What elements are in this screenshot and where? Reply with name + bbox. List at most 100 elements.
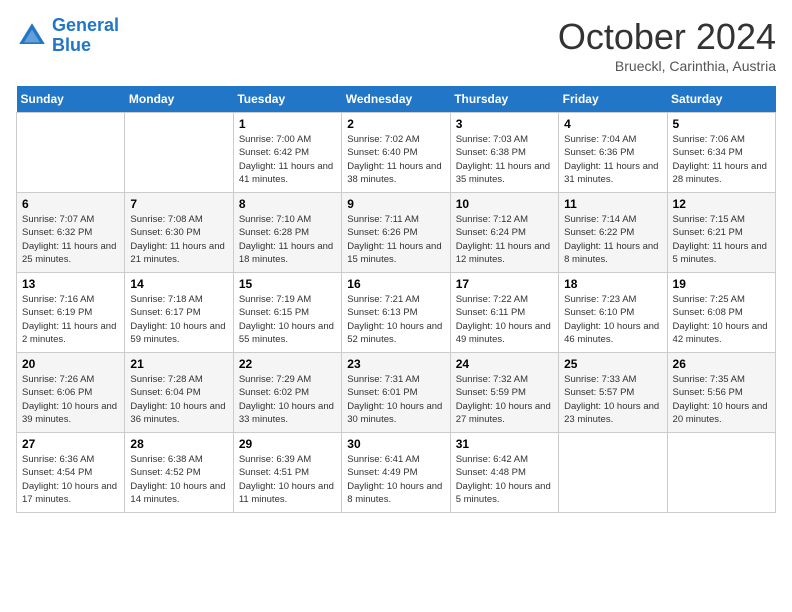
day-number: 22 bbox=[239, 357, 336, 371]
day-of-week-header: Sunday bbox=[17, 86, 125, 113]
day-number: 3 bbox=[456, 117, 553, 131]
page-header: General Blue October 2024 Brueckl, Carin… bbox=[16, 16, 776, 74]
calendar-day-cell: 11 Sunrise: 7:14 AM Sunset: 6:22 PM Dayli… bbox=[559, 193, 667, 273]
calendar-day-cell: 6 Sunrise: 7:07 AM Sunset: 6:32 PM Daylig… bbox=[17, 193, 125, 273]
calendar-day-cell bbox=[17, 113, 125, 193]
calendar-day-cell: 27 Sunrise: 6:36 AM Sunset: 4:54 PM Dayli… bbox=[17, 433, 125, 513]
calendar-day-cell: 26 Sunrise: 7:35 AM Sunset: 5:56 PM Dayli… bbox=[667, 353, 775, 433]
day-info: Sunrise: 7:10 AM Sunset: 6:28 PM Dayligh… bbox=[239, 213, 336, 266]
day-number: 31 bbox=[456, 437, 553, 451]
calendar-day-cell: 22 Sunrise: 7:29 AM Sunset: 6:02 PM Dayli… bbox=[233, 353, 341, 433]
calendar-day-cell: 3 Sunrise: 7:03 AM Sunset: 6:38 PM Daylig… bbox=[450, 113, 558, 193]
calendar-day-cell: 9 Sunrise: 7:11 AM Sunset: 6:26 PM Daylig… bbox=[342, 193, 450, 273]
calendar-day-cell: 31 Sunrise: 6:42 AM Sunset: 4:48 PM Dayli… bbox=[450, 433, 558, 513]
calendar-day-cell: 17 Sunrise: 7:22 AM Sunset: 6:11 PM Dayli… bbox=[450, 273, 558, 353]
day-number: 17 bbox=[456, 277, 553, 291]
calendar-week-row: 27 Sunrise: 6:36 AM Sunset: 4:54 PM Dayli… bbox=[17, 433, 776, 513]
day-of-week-header: Monday bbox=[125, 86, 233, 113]
calendar-day-cell: 15 Sunrise: 7:19 AM Sunset: 6:15 PM Dayli… bbox=[233, 273, 341, 353]
day-info: Sunrise: 7:29 AM Sunset: 6:02 PM Dayligh… bbox=[239, 373, 336, 426]
calendar-day-cell: 21Sunrise: 7:28 AM Sunset: 6:04 PM Dayli… bbox=[125, 353, 233, 433]
day-of-week-header: Saturday bbox=[667, 86, 775, 113]
calendar-week-row: 1 Sunrise: 7:00 AM Sunset: 6:42 PM Daylig… bbox=[17, 113, 776, 193]
location-subtitle: Brueckl, Carinthia, Austria bbox=[558, 58, 776, 74]
day-number: 30 bbox=[347, 437, 444, 451]
calendar-header-row: SundayMondayTuesdayWednesdayThursdayFrid… bbox=[17, 86, 776, 113]
day-number: 11 bbox=[564, 197, 661, 211]
day-of-week-header: Thursday bbox=[450, 86, 558, 113]
day-info: Sunrise: 6:42 AM Sunset: 4:48 PM Dayligh… bbox=[456, 453, 553, 506]
day-info: Sunrise: 7:22 AM Sunset: 6:11 PM Dayligh… bbox=[456, 293, 553, 346]
day-info: Sunrise: 6:38 AM Sunset: 4:52 PM Dayligh… bbox=[130, 453, 227, 506]
logo-line1: General bbox=[52, 15, 119, 35]
day-number: 8 bbox=[239, 197, 336, 211]
logo-text: General Blue bbox=[52, 16, 119, 56]
day-info: Sunrise: 7:32 AM Sunset: 5:59 PM Dayligh… bbox=[456, 373, 553, 426]
calendar-day-cell: 2 Sunrise: 7:02 AM Sunset: 6:40 PM Daylig… bbox=[342, 113, 450, 193]
day-number: 25 bbox=[564, 357, 661, 371]
day-number: 14 bbox=[130, 277, 227, 291]
day-info: Sunrise: 7:23 AM Sunset: 6:10 PM Dayligh… bbox=[564, 293, 661, 346]
day-info: Sunrise: 7:11 AM Sunset: 6:26 PM Dayligh… bbox=[347, 213, 444, 266]
day-number: 28 bbox=[130, 437, 227, 451]
calendar-day-cell bbox=[559, 433, 667, 513]
day-of-week-header: Tuesday bbox=[233, 86, 341, 113]
day-number: 15 bbox=[239, 277, 336, 291]
day-info: Sunrise: 7:16 AM Sunset: 6:19 PM Dayligh… bbox=[22, 293, 119, 346]
day-number: 26 bbox=[673, 357, 770, 371]
calendar-day-cell: 25 Sunrise: 7:33 AM Sunset: 5:57 PM Dayli… bbox=[559, 353, 667, 433]
day-info: Sunrise: 7:18 AM Sunset: 6:17 PM Dayligh… bbox=[130, 293, 227, 346]
calendar-week-row: 6 Sunrise: 7:07 AM Sunset: 6:32 PM Daylig… bbox=[17, 193, 776, 273]
day-number: 9 bbox=[347, 197, 444, 211]
day-info: Sunrise: 7:14 AM Sunset: 6:22 PM Dayligh… bbox=[564, 213, 661, 266]
day-number: 21 bbox=[130, 357, 227, 371]
calendar-day-cell: 19Sunrise: 7:25 AM Sunset: 6:08 PM Dayli… bbox=[667, 273, 775, 353]
logo: General Blue bbox=[16, 16, 119, 56]
calendar-day-cell: 10 Sunrise: 7:12 AM Sunset: 6:24 PM Dayli… bbox=[450, 193, 558, 273]
day-number: 5 bbox=[673, 117, 770, 131]
day-number: 13 bbox=[22, 277, 119, 291]
calendar-day-cell: 18 Sunrise: 7:23 AM Sunset: 6:10 PM Dayli… bbox=[559, 273, 667, 353]
day-info: Sunrise: 7:12 AM Sunset: 6:24 PM Dayligh… bbox=[456, 213, 553, 266]
day-info: Sunrise: 7:31 AM Sunset: 6:01 PM Dayligh… bbox=[347, 373, 444, 426]
calendar-day-cell bbox=[667, 433, 775, 513]
day-info: Sunrise: 7:00 AM Sunset: 6:42 PM Dayligh… bbox=[239, 133, 336, 186]
day-info: Sunrise: 7:26 AM Sunset: 6:06 PM Dayligh… bbox=[22, 373, 119, 426]
calendar-week-row: 13 Sunrise: 7:16 AM Sunset: 6:19 PM Dayli… bbox=[17, 273, 776, 353]
day-info: Sunrise: 6:39 AM Sunset: 4:51 PM Dayligh… bbox=[239, 453, 336, 506]
day-of-week-header: Friday bbox=[559, 86, 667, 113]
day-number: 6 bbox=[22, 197, 119, 211]
day-info: Sunrise: 7:04 AM Sunset: 6:36 PM Dayligh… bbox=[564, 133, 661, 186]
day-info: Sunrise: 7:03 AM Sunset: 6:38 PM Dayligh… bbox=[456, 133, 553, 186]
calendar-day-cell: 16Sunrise: 7:21 AM Sunset: 6:13 PM Dayli… bbox=[342, 273, 450, 353]
day-info: Sunrise: 7:08 AM Sunset: 6:30 PM Dayligh… bbox=[130, 213, 227, 266]
day-number: 23 bbox=[347, 357, 444, 371]
day-number: 12 bbox=[673, 197, 770, 211]
day-number: 10 bbox=[456, 197, 553, 211]
day-number: 27 bbox=[22, 437, 119, 451]
day-info: Sunrise: 7:02 AM Sunset: 6:40 PM Dayligh… bbox=[347, 133, 444, 186]
calendar-day-cell: 24 Sunrise: 7:32 AM Sunset: 5:59 PM Dayli… bbox=[450, 353, 558, 433]
day-info: Sunrise: 6:36 AM Sunset: 4:54 PM Dayligh… bbox=[22, 453, 119, 506]
calendar-day-cell: 13 Sunrise: 7:16 AM Sunset: 6:19 PM Dayli… bbox=[17, 273, 125, 353]
day-info: Sunrise: 7:35 AM Sunset: 5:56 PM Dayligh… bbox=[673, 373, 770, 426]
calendar-day-cell bbox=[125, 113, 233, 193]
day-info: Sunrise: 7:07 AM Sunset: 6:32 PM Dayligh… bbox=[22, 213, 119, 266]
calendar-day-cell: 29Sunrise: 6:39 AM Sunset: 4:51 PM Dayli… bbox=[233, 433, 341, 513]
day-info: Sunrise: 7:06 AM Sunset: 6:34 PM Dayligh… bbox=[673, 133, 770, 186]
calendar-day-cell: 28 Sunrise: 6:38 AM Sunset: 4:52 PM Dayli… bbox=[125, 433, 233, 513]
calendar-day-cell: 12Sunrise: 7:15 AM Sunset: 6:21 PM Dayli… bbox=[667, 193, 775, 273]
day-of-week-header: Wednesday bbox=[342, 86, 450, 113]
calendar-day-cell: 7Sunrise: 7:08 AM Sunset: 6:30 PM Daylig… bbox=[125, 193, 233, 273]
day-info: Sunrise: 7:19 AM Sunset: 6:15 PM Dayligh… bbox=[239, 293, 336, 346]
day-number: 2 bbox=[347, 117, 444, 131]
day-number: 1 bbox=[239, 117, 336, 131]
calendar-day-cell: 20Sunrise: 7:26 AM Sunset: 6:06 PM Dayli… bbox=[17, 353, 125, 433]
calendar-day-cell: 5 Sunrise: 7:06 AM Sunset: 6:34 PM Daylig… bbox=[667, 113, 775, 193]
logo-icon bbox=[16, 20, 48, 52]
title-section: October 2024 Brueckl, Carinthia, Austria bbox=[558, 16, 776, 74]
day-number: 24 bbox=[456, 357, 553, 371]
day-info: Sunrise: 7:33 AM Sunset: 5:57 PM Dayligh… bbox=[564, 373, 661, 426]
day-number: 18 bbox=[564, 277, 661, 291]
calendar-day-cell: 1 Sunrise: 7:00 AM Sunset: 6:42 PM Daylig… bbox=[233, 113, 341, 193]
